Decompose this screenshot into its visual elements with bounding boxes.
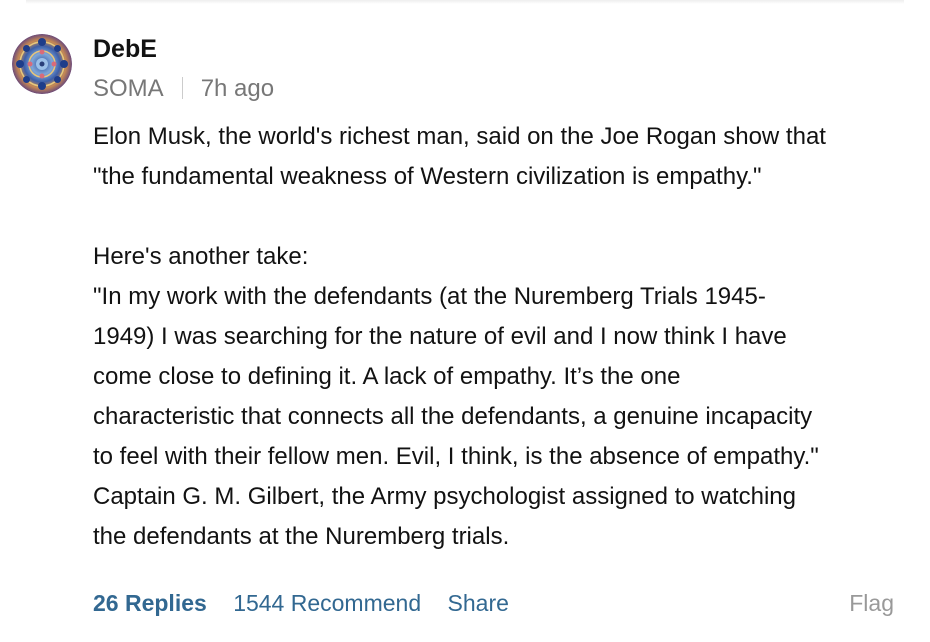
comment-author[interactable]: DebE: [93, 34, 157, 64]
comment-body: Elon Musk, the world's richest man, said…: [93, 117, 913, 557]
recommend-button[interactable]: 1544 Recommend: [233, 588, 421, 618]
comment-meta: SOMA 7h ago: [93, 74, 274, 104]
share-button[interactable]: Share: [448, 588, 509, 618]
avatar[interactable]: [12, 34, 72, 94]
comment-actions: 26 Replies 1544 Recommend Share: [93, 588, 509, 618]
avatar-mandala-icon: [12, 34, 72, 94]
comment-location: SOMA: [93, 75, 164, 102]
comment-paragraph-2: Here's another take: "In my work with th…: [93, 243, 819, 550]
flag-button[interactable]: Flag: [849, 588, 894, 618]
meta-separator: [181, 77, 183, 99]
comment-paragraph-1: Elon Musk, the world's richest man, said…: [93, 123, 826, 190]
replies-button[interactable]: 26 Replies: [93, 588, 207, 618]
comment-timestamp: 7h ago: [200, 75, 275, 102]
top-divider: [26, 0, 904, 4]
